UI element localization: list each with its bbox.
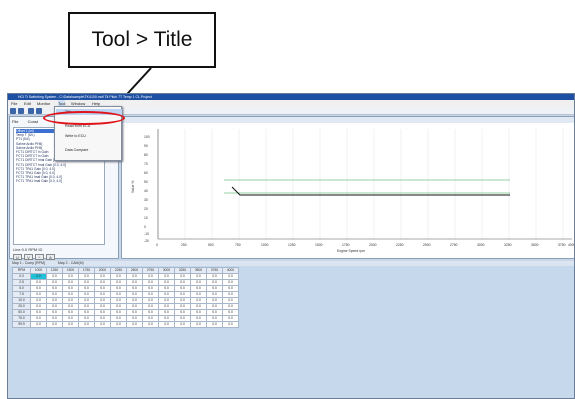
y-tick-label: -10 — [144, 232, 149, 236]
app-window: HCI Ti Switching System - C:\Data\sample… — [7, 93, 575, 399]
x-tick-label: 3000 — [477, 243, 485, 247]
up-button[interactable]: ^ — [35, 254, 44, 260]
panel-tabs: File Const — [12, 119, 38, 124]
x-tick-label: 1000 — [261, 243, 269, 247]
table-cell[interactable]: 0.0 — [30, 321, 47, 328]
x-tick-label: 4000 — [568, 243, 575, 247]
table-cell[interactable]: 0.0 — [190, 321, 207, 328]
table-cell[interactable]: 0.0 — [110, 321, 127, 328]
y-tick-label: 50 — [144, 180, 148, 184]
chart-svg: 100 90 80 70 60 50 40 30 20 10 0 -10 -20… — [131, 129, 575, 253]
table-cell[interactable]: 0.0 — [142, 321, 159, 328]
tab-const[interactable]: Const — [28, 119, 38, 124]
menu-file[interactable]: File — [11, 100, 17, 107]
panel-footer: Line 0.0 RPM ID — [13, 247, 43, 252]
table-cell[interactable]: 0.0 — [46, 321, 63, 328]
y-tick-label: 80 — [144, 153, 148, 157]
x-tick-label: 1250 — [288, 243, 296, 247]
x-tick-label: 2250 — [396, 243, 404, 247]
list-item[interactable]: FCT1 TPA1 Imal Gain [0.0, 4.0] — [16, 179, 102, 183]
chart-panel: 100 90 80 70 60 50 40 30 20 10 0 -10 -20… — [121, 116, 575, 259]
open-icon[interactable] — [18, 108, 24, 114]
table-row: 99.9 0.0 0.0 0.0 0.0 0.0 0.0 0.0 0.0 0.0 0.0 0.0 0.0… — [12, 321, 239, 328]
table-cell[interactable]: 0.0 — [158, 321, 175, 328]
chart-icon[interactable] — [28, 108, 34, 114]
tab-map-2[interactable]: Map 2 - CAM(M) — [58, 261, 84, 265]
x-tick-label: 3250 — [504, 243, 512, 247]
table-cell[interactable]: 0.0 — [126, 321, 143, 328]
panel-buttons: U V ^ A — [13, 254, 57, 260]
y-tick-label: 20 — [144, 207, 148, 211]
tab-file[interactable]: File — [12, 119, 18, 124]
menu-monitor[interactable]: Monitor — [37, 100, 50, 107]
tab-map-1[interactable]: Map 1 - Comp [RPM] — [12, 261, 45, 265]
y-tick-label: 0 — [144, 225, 146, 229]
y-axis-label: Value % — [131, 181, 135, 193]
y-tick-label: 60 — [144, 171, 148, 175]
x-tick-label: 3750 — [558, 243, 566, 247]
y-tick-label: 70 — [144, 162, 148, 166]
y-tick-label: 90 — [144, 144, 148, 148]
settings-icon[interactable] — [36, 108, 42, 114]
menu-item-write-to-ecu[interactable]: Write to ECU — [65, 134, 86, 138]
map-grid-panel: Map 1 - Comp [RPM] Map 2 - CAM(M) RPM 100… — [10, 261, 574, 398]
y-tick-label: 40 — [144, 189, 148, 193]
u-button[interactable]: U — [13, 254, 22, 260]
table-cell[interactable]: 0.0 — [222, 321, 239, 328]
x-tick-label: 500 — [208, 243, 214, 247]
save-icon[interactable] — [10, 108, 16, 114]
table-cell[interactable]: 0.0 — [62, 321, 79, 328]
x-tick-label: 2500 — [423, 243, 431, 247]
x-tick-label: 2000 — [369, 243, 377, 247]
data-series-line — [231, 186, 510, 196]
menu-edit[interactable]: Edit — [24, 100, 31, 107]
a-button[interactable]: A — [46, 254, 55, 260]
table-cell[interactable]: 0.0 — [94, 321, 111, 328]
y-tick-label: 10 — [144, 216, 148, 220]
x-tick-label: 1750 — [342, 243, 350, 247]
y-tick-label: -20 — [144, 239, 149, 243]
x-axis-label: Engine Speed rpm — [337, 249, 365, 253]
x-tick-label: 750 — [235, 243, 241, 247]
table-cell[interactable]: 0.0 — [78, 321, 95, 328]
y-tick-label: 30 — [144, 198, 148, 202]
x-tick-label: 250 — [181, 243, 187, 247]
menu-item-data-compare[interactable]: Data Compare — [65, 148, 88, 152]
x-tick-label: 0 — [156, 243, 158, 247]
title-highlight-oval — [43, 111, 125, 125]
table-cell[interactable]: 0.0 — [174, 321, 191, 328]
row-header: 99.9 — [12, 321, 31, 328]
grid-tabs: Map 1 - Comp [RPM] Map 2 - CAM(M) — [10, 261, 574, 266]
table-cell[interactable]: 0.0 — [206, 321, 223, 328]
x-gridlines — [157, 129, 564, 239]
x-tick-label: 3500 — [531, 243, 539, 247]
y-tick-label: 100 — [144, 135, 150, 139]
map-table: RPM 1000 1250 1500 1750 2000 2250 2500 2750 3000 3… — [12, 267, 239, 328]
x-tick-label: 1500 — [315, 243, 323, 247]
x-tick-label: 2750 — [450, 243, 458, 247]
v-button[interactable]: V — [24, 254, 33, 260]
